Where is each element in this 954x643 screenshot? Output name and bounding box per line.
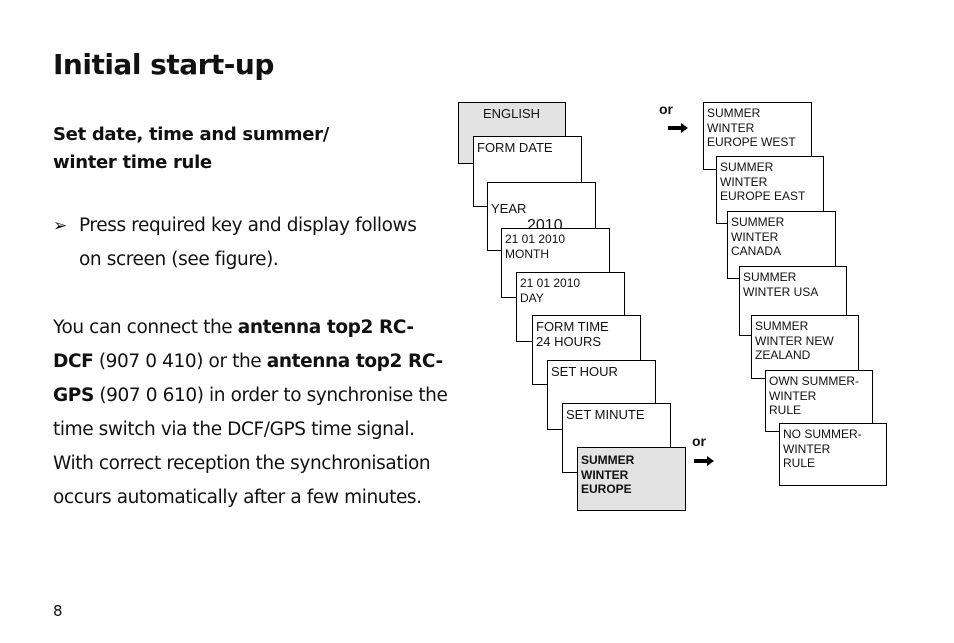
para-text-2: (907 0 410) or the — [93, 351, 267, 372]
para-text-1: You can connect the — [53, 317, 238, 338]
para-text-4: With correct reception the synchronisati… — [53, 453, 431, 508]
page-number: 8 — [53, 602, 63, 620]
subtitle-line-2: winter time rule — [53, 152, 212, 173]
lcd-year-label: YEAR — [491, 201, 527, 216]
right-arrow-icon — [694, 456, 714, 466]
or-label-top: or — [659, 101, 673, 117]
arrowhead-bullet-icon: ➢ — [53, 216, 67, 236]
or-label-bottom: or — [692, 433, 706, 449]
right-arrow-icon — [668, 123, 688, 133]
section-subtitle: Set date, time and summer/ winter time r… — [53, 121, 329, 177]
para-text-3: (907 0 610) in order to synchronise the … — [53, 385, 448, 440]
antenna-paragraph: You can connect the antenna top2 RC-DCF … — [53, 311, 453, 515]
page-title: Initial start-up — [53, 48, 274, 81]
instruction-text: Press required key and display follows o… — [79, 215, 417, 270]
lcd-screen-summer-winter-europe: SUMMER WINTER EUROPE — [577, 447, 686, 511]
lcd-screen-no-rule: NO SUMMER- WINTER RULE — [779, 423, 887, 486]
subtitle-line-1: Set date, time and summer/ — [53, 124, 330, 145]
